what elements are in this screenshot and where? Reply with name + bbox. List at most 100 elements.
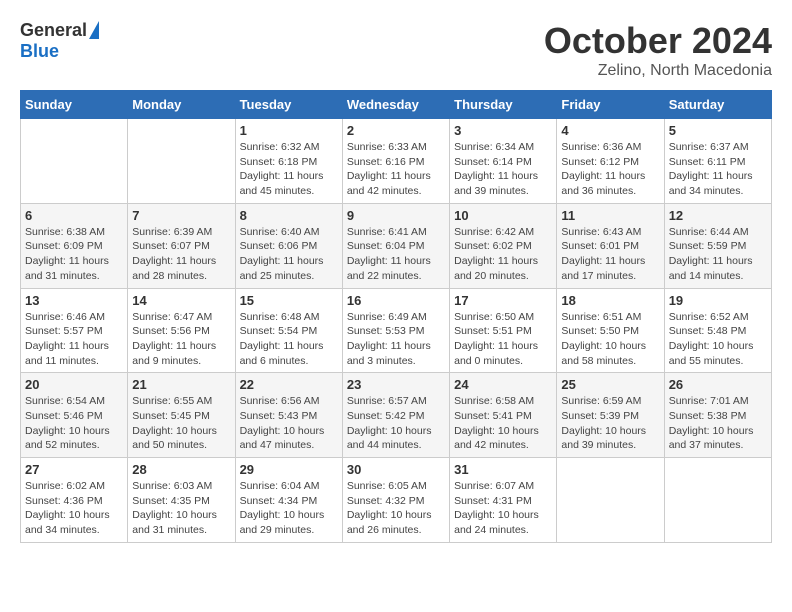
calendar-cell: 23Sunrise: 6:57 AMSunset: 5:42 PMDayligh…	[342, 373, 449, 458]
day-number: 12	[669, 208, 767, 223]
week-row-5: 27 Sunrise: 6:02 AMSunset: 4:36 PMDayligh…	[21, 458, 772, 543]
day-number: 25	[561, 377, 659, 392]
calendar-cell: 27 Sunrise: 6:02 AMSunset: 4:36 PMDayligh…	[21, 458, 128, 543]
day-detail: Sunrise: 6:46 AMSunset: 5:57 PMDaylight:…	[25, 310, 123, 369]
day-detail: Sunrise: 6:04 AMSunset: 4:34 PMDaylight:…	[240, 479, 338, 538]
day-number: 7	[132, 208, 230, 223]
calendar-cell: 25Sunrise: 6:59 AMSunset: 5:39 PMDayligh…	[557, 373, 664, 458]
day-number: 4	[561, 123, 659, 138]
calendar-cell: 2 Sunrise: 6:33 AMSunset: 6:16 PMDaylight…	[342, 119, 449, 204]
calendar-cell: 5 Sunrise: 6:37 AMSunset: 6:11 PMDaylight…	[664, 119, 771, 204]
day-number: 14	[132, 293, 230, 308]
calendar-cell: 13Sunrise: 6:46 AMSunset: 5:57 PMDayligh…	[21, 288, 128, 373]
day-number: 17	[454, 293, 552, 308]
header-monday: Monday	[128, 91, 235, 119]
calendar-cell: 11 Sunrise: 6:43 AMSunset: 6:01 PMDayligh…	[557, 203, 664, 288]
logo-blue-text: Blue	[20, 41, 59, 62]
day-number: 31	[454, 462, 552, 477]
logo-triangle-icon	[89, 21, 99, 39]
day-number: 16	[347, 293, 445, 308]
day-detail: Sunrise: 6:54 AMSunset: 5:46 PMDaylight:…	[25, 394, 123, 453]
day-detail: Sunrise: 6:44 AMSunset: 5:59 PMDaylight:…	[669, 225, 767, 284]
day-number: 27	[25, 462, 123, 477]
day-number: 20	[25, 377, 123, 392]
day-number: 1	[240, 123, 338, 138]
day-detail: Sunrise: 6:05 AMSunset: 4:32 PMDaylight:…	[347, 479, 445, 538]
day-detail: Sunrise: 6:40 AMSunset: 6:06 PMDaylight:…	[240, 225, 338, 284]
day-detail: Sunrise: 6:48 AMSunset: 5:54 PMDaylight:…	[240, 310, 338, 369]
day-detail: Sunrise: 6:07 AMSunset: 4:31 PMDaylight:…	[454, 479, 552, 538]
day-detail: Sunrise: 6:34 AMSunset: 6:14 PMDaylight:…	[454, 140, 552, 199]
day-detail: Sunrise: 6:50 AMSunset: 5:51 PMDaylight:…	[454, 310, 552, 369]
calendar-cell: 24Sunrise: 6:58 AMSunset: 5:41 PMDayligh…	[450, 373, 557, 458]
month-year-title: October 2024	[544, 20, 772, 62]
day-detail: Sunrise: 6:47 AMSunset: 5:56 PMDaylight:…	[132, 310, 230, 369]
day-number: 8	[240, 208, 338, 223]
day-number: 6	[25, 208, 123, 223]
calendar-cell	[128, 119, 235, 204]
calendar-cell: 31 Sunrise: 6:07 AMSunset: 4:31 PMDayligh…	[450, 458, 557, 543]
day-detail: Sunrise: 6:38 AMSunset: 6:09 PMDaylight:…	[25, 225, 123, 284]
day-number: 10	[454, 208, 552, 223]
day-number: 30	[347, 462, 445, 477]
calendar-cell: 22 Sunrise: 6:56 AMSunset: 5:43 PMDayligh…	[235, 373, 342, 458]
day-number: 21	[132, 377, 230, 392]
calendar-cell: 4 Sunrise: 6:36 AMSunset: 6:12 PMDaylight…	[557, 119, 664, 204]
calendar-header-row: SundayMondayTuesdayWednesdayThursdayFrid…	[21, 91, 772, 119]
day-detail: Sunrise: 6:33 AMSunset: 6:16 PMDaylight:…	[347, 140, 445, 199]
calendar-cell: 17 Sunrise: 6:50 AMSunset: 5:51 PMDayligh…	[450, 288, 557, 373]
calendar-cell: 1 Sunrise: 6:32 AMSunset: 6:18 PMDaylight…	[235, 119, 342, 204]
day-detail: Sunrise: 6:43 AMSunset: 6:01 PMDaylight:…	[561, 225, 659, 284]
header-thursday: Thursday	[450, 91, 557, 119]
week-row-1: 1 Sunrise: 6:32 AMSunset: 6:18 PMDaylight…	[21, 119, 772, 204]
calendar-cell: 21 Sunrise: 6:55 AMSunset: 5:45 PMDayligh…	[128, 373, 235, 458]
day-number: 26	[669, 377, 767, 392]
header-wednesday: Wednesday	[342, 91, 449, 119]
calendar-cell: 6 Sunrise: 6:38 AMSunset: 6:09 PMDaylight…	[21, 203, 128, 288]
day-detail: Sunrise: 6:02 AMSunset: 4:36 PMDaylight:…	[25, 479, 123, 538]
calendar-cell: 10 Sunrise: 6:42 AMSunset: 6:02 PMDayligh…	[450, 203, 557, 288]
header-saturday: Saturday	[664, 91, 771, 119]
day-detail: Sunrise: 6:51 AMSunset: 5:50 PMDaylight:…	[561, 310, 659, 369]
day-number: 24	[454, 377, 552, 392]
day-detail: Sunrise: 6:39 AMSunset: 6:07 PMDaylight:…	[132, 225, 230, 284]
calendar-cell: 12 Sunrise: 6:44 AMSunset: 5:59 PMDayligh…	[664, 203, 771, 288]
day-number: 15	[240, 293, 338, 308]
day-number: 2	[347, 123, 445, 138]
calendar-cell: 16 Sunrise: 6:49 AMSunset: 5:53 PMDayligh…	[342, 288, 449, 373]
calendar-cell: 20 Sunrise: 6:54 AMSunset: 5:46 PMDayligh…	[21, 373, 128, 458]
calendar-cell: 30 Sunrise: 6:05 AMSunset: 4:32 PMDayligh…	[342, 458, 449, 543]
day-detail: Sunrise: 6:36 AMSunset: 6:12 PMDaylight:…	[561, 140, 659, 199]
day-detail: Sunrise: 6:42 AMSunset: 6:02 PMDaylight:…	[454, 225, 552, 284]
location-subtitle: Zelino, North Macedonia	[544, 62, 772, 80]
calendar-cell: 7 Sunrise: 6:39 AMSunset: 6:07 PMDaylight…	[128, 203, 235, 288]
day-detail: Sunrise: 6:52 AMSunset: 5:48 PMDaylight:…	[669, 310, 767, 369]
calendar-cell	[21, 119, 128, 204]
header: General Blue October 2024 Zelino, North …	[20, 20, 772, 80]
day-detail: Sunrise: 6:03 AMSunset: 4:35 PMDaylight:…	[132, 479, 230, 538]
header-sunday: Sunday	[21, 91, 128, 119]
day-number: 11	[561, 208, 659, 223]
day-number: 18	[561, 293, 659, 308]
calendar-cell: 29 Sunrise: 6:04 AMSunset: 4:34 PMDayligh…	[235, 458, 342, 543]
day-detail: Sunrise: 6:37 AMSunset: 6:11 PMDaylight:…	[669, 140, 767, 199]
logo-general-text: General	[20, 20, 87, 41]
day-detail: Sunrise: 6:56 AMSunset: 5:43 PMDaylight:…	[240, 394, 338, 453]
calendar-cell: 19Sunrise: 6:52 AMSunset: 5:48 PMDayligh…	[664, 288, 771, 373]
calendar-cell: 9Sunrise: 6:41 AMSunset: 6:04 PMDaylight…	[342, 203, 449, 288]
calendar-cell: 3Sunrise: 6:34 AMSunset: 6:14 PMDaylight…	[450, 119, 557, 204]
calendar-cell	[557, 458, 664, 543]
day-number: 5	[669, 123, 767, 138]
day-detail: Sunrise: 6:55 AMSunset: 5:45 PMDaylight:…	[132, 394, 230, 453]
calendar-cell: 28Sunrise: 6:03 AMSunset: 4:35 PMDayligh…	[128, 458, 235, 543]
day-number: 22	[240, 377, 338, 392]
day-number: 29	[240, 462, 338, 477]
day-number: 9	[347, 208, 445, 223]
week-row-2: 6 Sunrise: 6:38 AMSunset: 6:09 PMDaylight…	[21, 203, 772, 288]
header-tuesday: Tuesday	[235, 91, 342, 119]
day-detail: Sunrise: 6:49 AMSunset: 5:53 PMDaylight:…	[347, 310, 445, 369]
calendar-cell: 18 Sunrise: 6:51 AMSunset: 5:50 PMDayligh…	[557, 288, 664, 373]
day-detail: Sunrise: 6:32 AMSunset: 6:18 PMDaylight:…	[240, 140, 338, 199]
week-row-4: 20 Sunrise: 6:54 AMSunset: 5:46 PMDayligh…	[21, 373, 772, 458]
title-area: October 2024 Zelino, North Macedonia	[544, 20, 772, 80]
